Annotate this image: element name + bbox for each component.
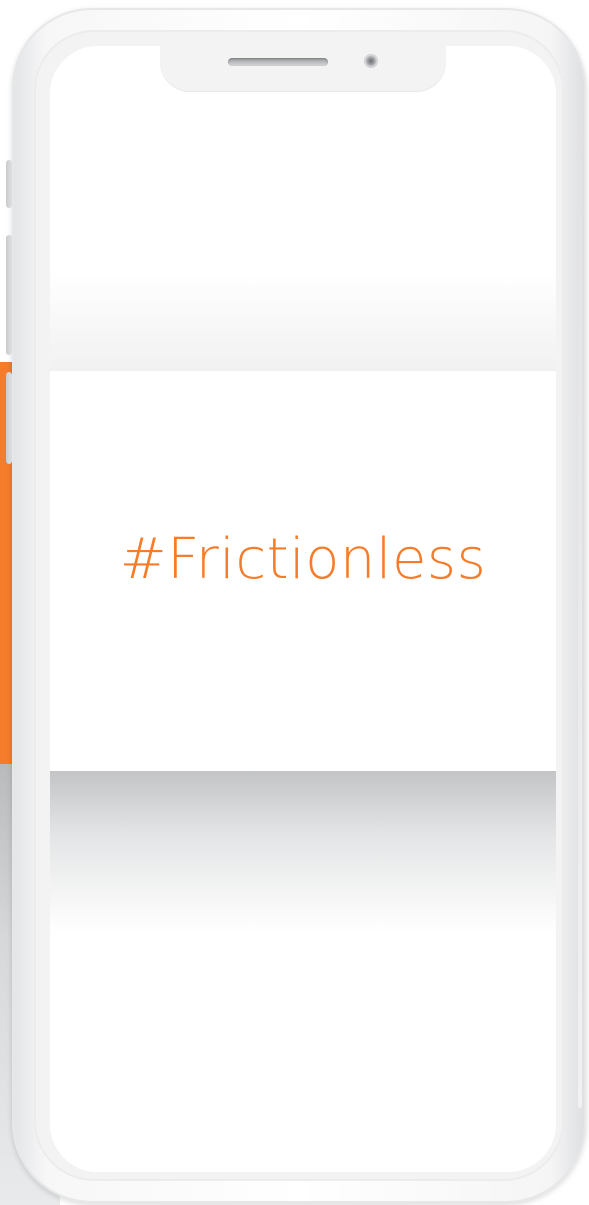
screen-middle-section: #Frictionless bbox=[50, 371, 556, 771]
side-rail bbox=[578, 108, 582, 1108]
speaker-icon bbox=[228, 58, 328, 66]
phone-screen: #Frictionless bbox=[50, 46, 556, 1172]
camera-icon bbox=[365, 55, 377, 67]
hashtag-text: #Frictionless bbox=[119, 526, 487, 592]
screen-top-section bbox=[50, 46, 556, 371]
mockup-stage: #Frictionless bbox=[0, 0, 589, 1205]
screen-bottom-section bbox=[50, 771, 556, 1172]
